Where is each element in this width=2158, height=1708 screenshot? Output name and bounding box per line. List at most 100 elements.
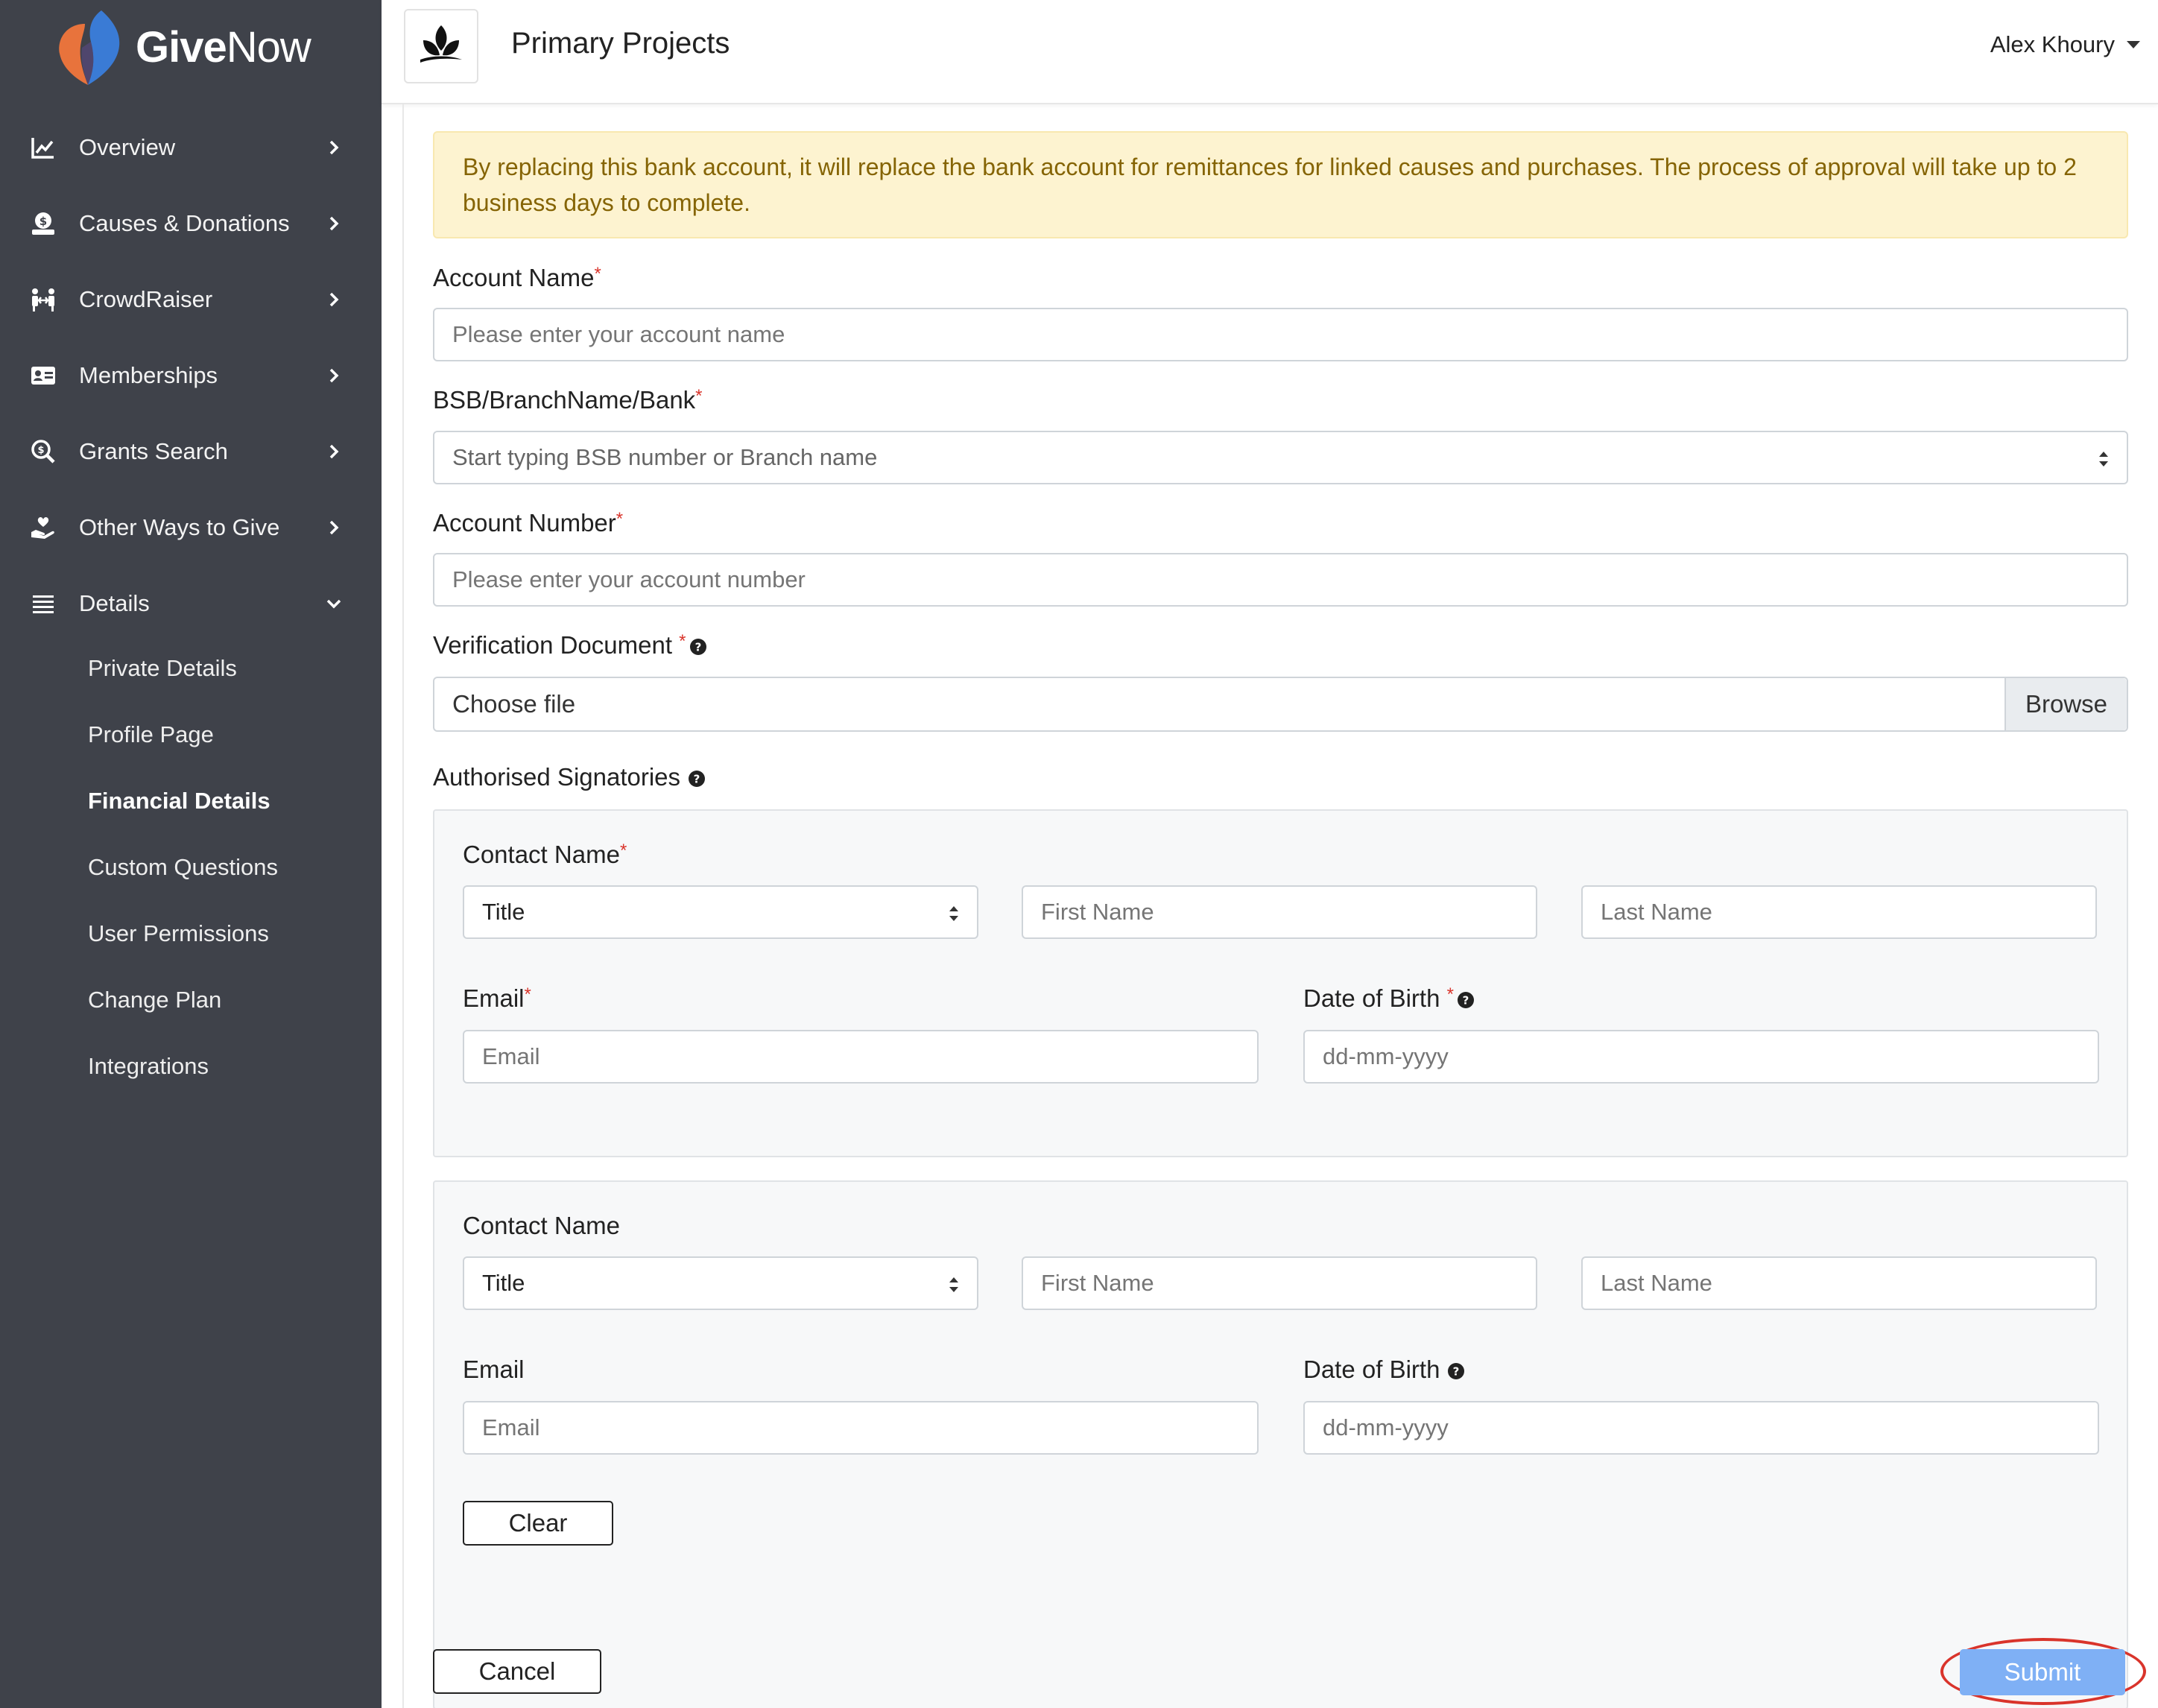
question-circle-icon[interactable]: ? [1447,1362,1465,1380]
bsb-placeholder: Start typing BSB number or Branch name [452,444,878,470]
id-card-icon [30,362,57,389]
people-arrows-icon [30,286,57,313]
title-select-value: Title [482,899,525,925]
content-divider [402,104,404,1708]
dob-label: Date of Birth *? [1303,984,1475,1013]
sidebar-subitem-change-plan[interactable]: Change Plan [0,967,382,1033]
required-asterisk: * [524,984,531,1005]
select-arrows-icon [949,906,958,921]
chevron-right-icon [329,368,339,383]
chevron-right-icon [329,140,339,155]
sidebar-item-memberships[interactable]: Memberships [0,338,382,414]
caret-down-icon [2127,41,2140,48]
org-logo[interactable] [404,9,478,83]
email-label: Email* [463,984,531,1012]
page-title: Primary Projects [511,27,730,60]
first-name-input[interactable] [1022,885,1537,939]
list-icon [30,590,57,617]
question-circle-icon[interactable]: ? [1457,991,1475,1009]
donate-icon: $ [30,210,57,237]
required-asterisk: * [616,509,624,529]
chevron-right-icon [329,216,339,231]
account-name-label: Account Name* [433,264,601,291]
heart-logo-icon [59,10,120,85]
sidebar-subitem-integrations[interactable]: Integrations [0,1033,382,1099]
sidebar-nav: Overview $ Causes & Donations CrowdRaise… [0,110,382,642]
question-circle-icon[interactable]: ? [688,770,706,788]
svg-text:?: ? [694,641,701,654]
account-number-input[interactable] [433,553,2128,607]
dob-input[interactable] [1303,1030,2099,1084]
browse-button[interactable]: Browse [2004,678,2127,730]
contact-name-label: Contact Name [463,1212,620,1239]
last-name-input[interactable] [1581,885,2097,939]
verification-file-input[interactable]: Choose file Browse [433,677,2128,732]
sidebar-item-label: Other Ways to Give [79,514,280,540]
chevron-right-icon [329,520,339,535]
verification-document-label: Verification Document *? [433,631,707,660]
chevron-down-icon [326,599,341,609]
required-asterisk: * [594,264,601,284]
required-asterisk: * [695,386,703,406]
chevron-right-icon [329,444,339,459]
contact-name-label: Contact Name* [463,841,627,868]
signatory-panel-1: Contact Name* Title Email* Date of Birth… [433,809,2128,1157]
email-input[interactable] [463,1030,1259,1084]
sidebar-item-label: Memberships [79,362,218,388]
sidebar-item-grants-search[interactable]: $ Grants Search [0,414,382,490]
required-asterisk: * [1446,984,1454,1005]
sidebar-item-details[interactable]: Details [0,566,382,642]
title-select[interactable]: Title [463,885,978,939]
svg-text:?: ? [1453,1365,1460,1379]
sidebar-item-label: CrowdRaiser [79,286,213,312]
sidebar-subitem-user-permissions[interactable]: User Permissions [0,900,382,967]
bsb-label: BSB/BranchName/Bank* [433,386,703,414]
chart-line-icon [30,134,57,161]
sidebar-subitem-financial-details[interactable]: Financial Details [0,768,382,834]
bsb-select[interactable]: Start typing BSB number or Branch name [433,431,2128,484]
authorised-signatories-label: Authorised Signatories? [433,763,706,791]
givenow-logo[interactable]: GiveNow [54,7,311,86]
sidebar-item-overview[interactable]: Overview [0,110,382,186]
cancel-button[interactable]: Cancel [433,1649,601,1694]
select-arrows-icon [949,1277,958,1292]
sidebar-item-label: Details [79,590,150,616]
user-name: Alex Khoury [1990,31,2115,57]
brand-name: GiveNow [136,22,311,72]
sidebar-item-other-ways-to-give[interactable]: Other Ways to Give [0,490,382,566]
email-input[interactable] [463,1401,1259,1455]
sidebar-subitem-custom-questions[interactable]: Custom Questions [0,834,382,900]
account-name-input[interactable] [433,308,2128,361]
search-dollar-icon: $ [30,438,57,465]
title-select-value: Title [482,1270,525,1296]
warning-alert: By replacing this bank account, it will … [433,131,2128,238]
top-bar: Primary Projects Alex Khoury [382,0,2158,104]
user-menu[interactable]: Alex Khoury [1990,31,2140,58]
select-arrows-icon [2099,452,2108,466]
title-select[interactable]: Title [463,1256,978,1310]
sidebar-subitem-private-details[interactable]: Private Details [0,635,382,701]
sidebar-item-label: Grants Search [79,438,228,464]
svg-text:$: $ [39,215,47,228]
clear-button[interactable]: Clear [463,1501,613,1546]
last-name-input[interactable] [1581,1256,2097,1310]
leaf-logo-icon [420,25,462,63]
account-number-label: Account Number* [433,509,624,537]
file-input-text: Choose file [452,690,576,718]
submit-button[interactable]: Submit [1960,1649,2125,1695]
question-circle-icon[interactable]: ? [689,638,707,656]
chevron-right-icon [329,292,339,307]
sidebar-subitem-profile-page[interactable]: Profile Page [0,701,382,768]
details-submenu: Private Details Profile Page Financial D… [0,635,382,1099]
required-asterisk: * [619,841,627,861]
sidebar-item-label: Overview [79,134,176,160]
sidebar-item-crowdraiser[interactable]: CrowdRaiser [0,262,382,338]
sidebar-item-causes-donations[interactable]: $ Causes & Donations [0,186,382,262]
email-label: Email [463,1356,525,1383]
first-name-input[interactable] [1022,1256,1537,1310]
dob-input[interactable] [1303,1401,2099,1455]
svg-text:?: ? [694,773,700,786]
sidebar: GiveNow Overview $ Causes & Donations Cr… [0,0,382,1708]
hand-holding-heart-icon [30,514,57,541]
signatory-panel-2: Contact Name Title Email Date of Birth? … [433,1180,2128,1708]
